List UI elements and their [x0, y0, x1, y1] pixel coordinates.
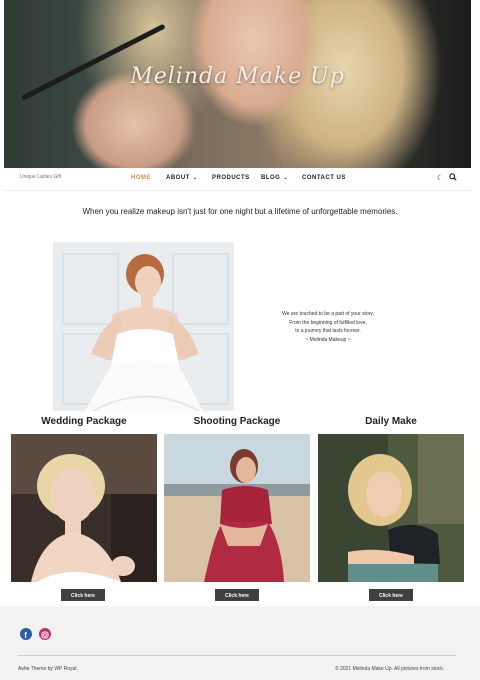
- copyright-text: © 2021 Melinda Make Up. All pictures fro…: [335, 666, 445, 672]
- chevron-down-icon: ⌄: [192, 175, 198, 181]
- shooting-click-here-button[interactable]: Click here: [215, 589, 259, 601]
- daily-click-here-button[interactable]: Click here: [369, 589, 413, 601]
- search-icon[interactable]: [449, 173, 457, 181]
- intro-quote: When you realize makeup isn't just for o…: [82, 207, 398, 216]
- wedding-package-photo[interactable]: [11, 434, 157, 582]
- package-title-wedding: Wedding Package: [41, 416, 127, 427]
- bride-photo: [53, 242, 234, 411]
- hero-banner: Melinda Make Up: [4, 0, 471, 168]
- package-title-daily: Daily Make: [365, 416, 417, 427]
- footer-divider: [18, 655, 456, 656]
- nav-item-label: HOME: [131, 175, 151, 181]
- story-signature: ~ Melinda Makeup ~: [305, 336, 351, 343]
- site-tagline: Unique Ladies Gift: [20, 174, 62, 180]
- story-line: to a journey that lasts forever.: [295, 328, 361, 334]
- site-logo-title[interactable]: Melinda Make Up: [4, 64, 471, 89]
- chevron-down-icon: ⌄: [283, 175, 289, 181]
- main-navigation: Unique Ladies Gift HOME ABOUT ⌄ PRODUCTS …: [4, 170, 471, 191]
- facebook-icon[interactable]: f: [20, 628, 32, 640]
- nav-item-label: CONTACT US: [302, 175, 346, 181]
- wedding-click-here-button[interactable]: Click here: [61, 589, 105, 601]
- nav-item-contact-us[interactable]: CONTACT US: [302, 175, 346, 181]
- package-title-shooting: Shooting Package: [193, 416, 281, 427]
- story-line: From the beginning of fulfilled love,: [289, 319, 367, 326]
- shooting-package-photo[interactable]: [164, 434, 310, 582]
- instagram-icon[interactable]: [39, 628, 51, 640]
- nav-item-about[interactable]: ABOUT ⌄: [166, 175, 198, 181]
- moon-icon[interactable]: ☾: [437, 174, 443, 182]
- nav-item-label: BLOG: [261, 175, 281, 181]
- svg-text:f: f: [24, 631, 27, 640]
- nav-item-label: ABOUT: [166, 175, 190, 181]
- theme-credit-link[interactable]: Ashe Theme by WP Royal.: [18, 666, 78, 672]
- nav-item-blog[interactable]: BLOG ⌄: [261, 175, 288, 181]
- nav-item-products[interactable]: PRODUCTS: [212, 175, 250, 181]
- makeup-brush-graphic: [20, 23, 166, 101]
- nav-item-label: PRODUCTS: [212, 175, 250, 181]
- story-text: We are touched to be a part of your stor…: [258, 310, 398, 344]
- daily-make-photo[interactable]: [318, 434, 464, 582]
- nav-item-home[interactable]: HOME: [131, 175, 151, 181]
- story-line: We are touched to be a part of your stor…: [282, 311, 374, 317]
